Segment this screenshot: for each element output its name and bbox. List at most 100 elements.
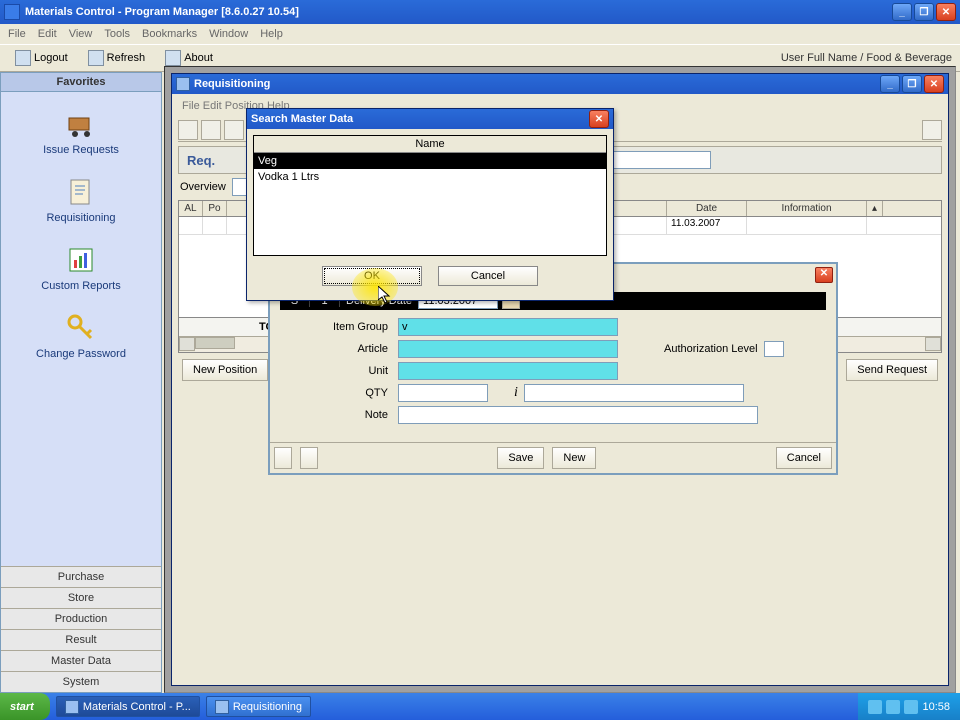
logout-button[interactable]: Logout xyxy=(8,47,75,69)
refresh-button[interactable]: Refresh xyxy=(81,47,153,69)
sidebar-item-label: Custom Reports xyxy=(41,280,120,292)
menu-item[interactable]: File xyxy=(8,28,26,40)
auth-level-input[interactable] xyxy=(764,341,784,357)
note-input[interactable] xyxy=(398,406,758,424)
toolbar-open-button[interactable] xyxy=(201,120,221,140)
modal-ok-button[interactable]: OK xyxy=(322,266,422,286)
key-icon xyxy=(65,312,97,344)
child-close-button[interactable]: ✕ xyxy=(924,75,944,93)
report-icon xyxy=(65,244,97,276)
clock: 10:58 xyxy=(922,701,950,713)
app-icon xyxy=(4,4,20,20)
row-date: 11.03.2007 xyxy=(667,217,747,234)
sidebar-item-issue-requests[interactable]: Issue Requests xyxy=(1,98,161,166)
qty-label: QTY xyxy=(284,387,392,399)
qty-input[interactable] xyxy=(398,384,488,402)
list-col-name[interactable]: Name xyxy=(254,136,606,153)
sidebar-item-label: Issue Requests xyxy=(43,144,119,156)
menu-item[interactable]: Window xyxy=(209,28,248,40)
col-date[interactable]: Date xyxy=(667,201,747,216)
close-button[interactable]: ✕ xyxy=(936,3,956,21)
app-title: Materials Control - Program Manager [8.6… xyxy=(25,6,892,18)
taskbar-item[interactable]: Materials Control - P... xyxy=(56,696,200,717)
item-group-label: Item Group xyxy=(284,321,392,333)
menu-item[interactable]: Tools xyxy=(104,28,130,40)
sidebar-section-purchase[interactable]: Purchase xyxy=(1,566,161,587)
toolbar-help-button[interactable] xyxy=(922,120,942,140)
app-titlebar: Materials Control - Program Manager [8.6… xyxy=(0,0,960,24)
overview-label: Overview xyxy=(180,181,226,193)
menu-item[interactable]: Help xyxy=(260,28,283,40)
child-title-text: Requisitioning xyxy=(194,78,270,90)
menu-item[interactable]: Edit xyxy=(38,28,57,40)
logout-icon xyxy=(15,50,31,66)
child-minimize-button[interactable]: _ xyxy=(880,75,900,93)
child-titlebar[interactable]: Requisitioning _ ❐ ✕ xyxy=(172,74,948,94)
tray-icon[interactable] xyxy=(904,700,918,714)
scroll-thumb[interactable] xyxy=(195,337,235,349)
sidebar-section-result[interactable]: Result xyxy=(1,629,161,650)
sidebar-header: Favorites xyxy=(1,73,161,92)
tray-icon[interactable] xyxy=(868,700,882,714)
menu-item[interactable]: Bookmarks xyxy=(142,28,197,40)
col-po[interactable]: Po xyxy=(203,201,227,216)
edit-cancel-button[interactable]: Cancel xyxy=(776,447,832,469)
note-label: Note xyxy=(284,409,392,421)
col-information[interactable]: Information xyxy=(747,201,867,216)
list-item[interactable]: Vodka 1 Ltrs xyxy=(254,169,606,185)
unit-input[interactable] xyxy=(398,362,618,380)
req-header: Req. xyxy=(187,153,215,168)
panel-close-button[interactable]: ✕ xyxy=(815,267,833,283)
tray-icon[interactable] xyxy=(886,700,900,714)
modal-close-button[interactable]: ✕ xyxy=(589,110,609,128)
modal-cancel-button[interactable]: Cancel xyxy=(438,266,538,286)
modal-titlebar[interactable]: Search Master Data ✕ xyxy=(247,109,613,129)
sidebar-item-label: Change Password xyxy=(36,348,126,360)
search-master-data-dialog: Search Master Data ✕ Name Veg Vodka 1 Lt… xyxy=(246,108,614,301)
sidebar-section-store[interactable]: Store xyxy=(1,587,161,608)
sidebar-item-label: Requisitioning xyxy=(46,212,115,224)
col-al[interactable]: AL xyxy=(179,201,203,216)
article-input[interactable] xyxy=(398,340,618,358)
sidebar-section-master-data[interactable]: Master Data xyxy=(1,650,161,671)
refresh-icon xyxy=(88,50,104,66)
toolbar-save-button[interactable] xyxy=(224,120,244,140)
toolbar-new-button[interactable] xyxy=(178,120,198,140)
vscroll-up[interactable]: ▴ xyxy=(867,201,883,216)
minimize-button[interactable]: _ xyxy=(892,3,912,21)
task-icon xyxy=(65,700,79,714)
child-restore-button[interactable]: ❐ xyxy=(902,75,922,93)
cart-icon xyxy=(65,108,97,140)
sidebar: Favorites Issue Requests Requisitioning … xyxy=(0,72,162,693)
sidebar-section-production[interactable]: Production xyxy=(1,608,161,629)
task-icon xyxy=(215,700,229,714)
article-label: Article xyxy=(284,343,392,355)
about-icon xyxy=(165,50,181,66)
document-icon xyxy=(65,176,97,208)
search-result-list[interactable]: Name Veg Vodka 1 Ltrs xyxy=(253,135,607,256)
menu-item[interactable]: View xyxy=(69,28,93,40)
edit-save-button[interactable]: Save xyxy=(497,447,544,469)
sidebar-item-change-password[interactable]: Change Password xyxy=(1,302,161,370)
start-button[interactable]: start xyxy=(0,693,50,720)
item-group-input[interactable] xyxy=(398,318,618,336)
edit-new-button[interactable]: New xyxy=(552,447,596,469)
auth-level-label: Authorization Level xyxy=(664,343,758,355)
restore-button[interactable]: ❐ xyxy=(914,3,934,21)
modal-title: Search Master Data xyxy=(251,113,589,125)
sidebar-item-requisitioning[interactable]: Requisitioning xyxy=(1,166,161,234)
app-menubar[interactable]: File Edit View Tools Bookmarks Window He… xyxy=(0,24,960,44)
nav-prev-button[interactable] xyxy=(300,447,318,469)
info-input[interactable] xyxy=(524,384,744,402)
nav-first-button[interactable] xyxy=(274,447,292,469)
taskbar-item[interactable]: Requisitioning xyxy=(206,696,311,717)
user-label: User Full Name / Food & Beverage xyxy=(781,52,952,64)
sidebar-item-custom-reports[interactable]: Custom Reports xyxy=(1,234,161,302)
list-item-selected[interactable]: Veg xyxy=(254,153,606,169)
window-icon xyxy=(176,77,190,91)
sidebar-section-system[interactable]: System xyxy=(1,671,161,692)
taskbar: start Materials Control - P... Requisiti… xyxy=(0,693,960,720)
unit-label: Unit xyxy=(284,365,392,377)
system-tray[interactable]: 10:58 xyxy=(858,693,960,720)
info-icon[interactable]: i xyxy=(514,385,518,401)
